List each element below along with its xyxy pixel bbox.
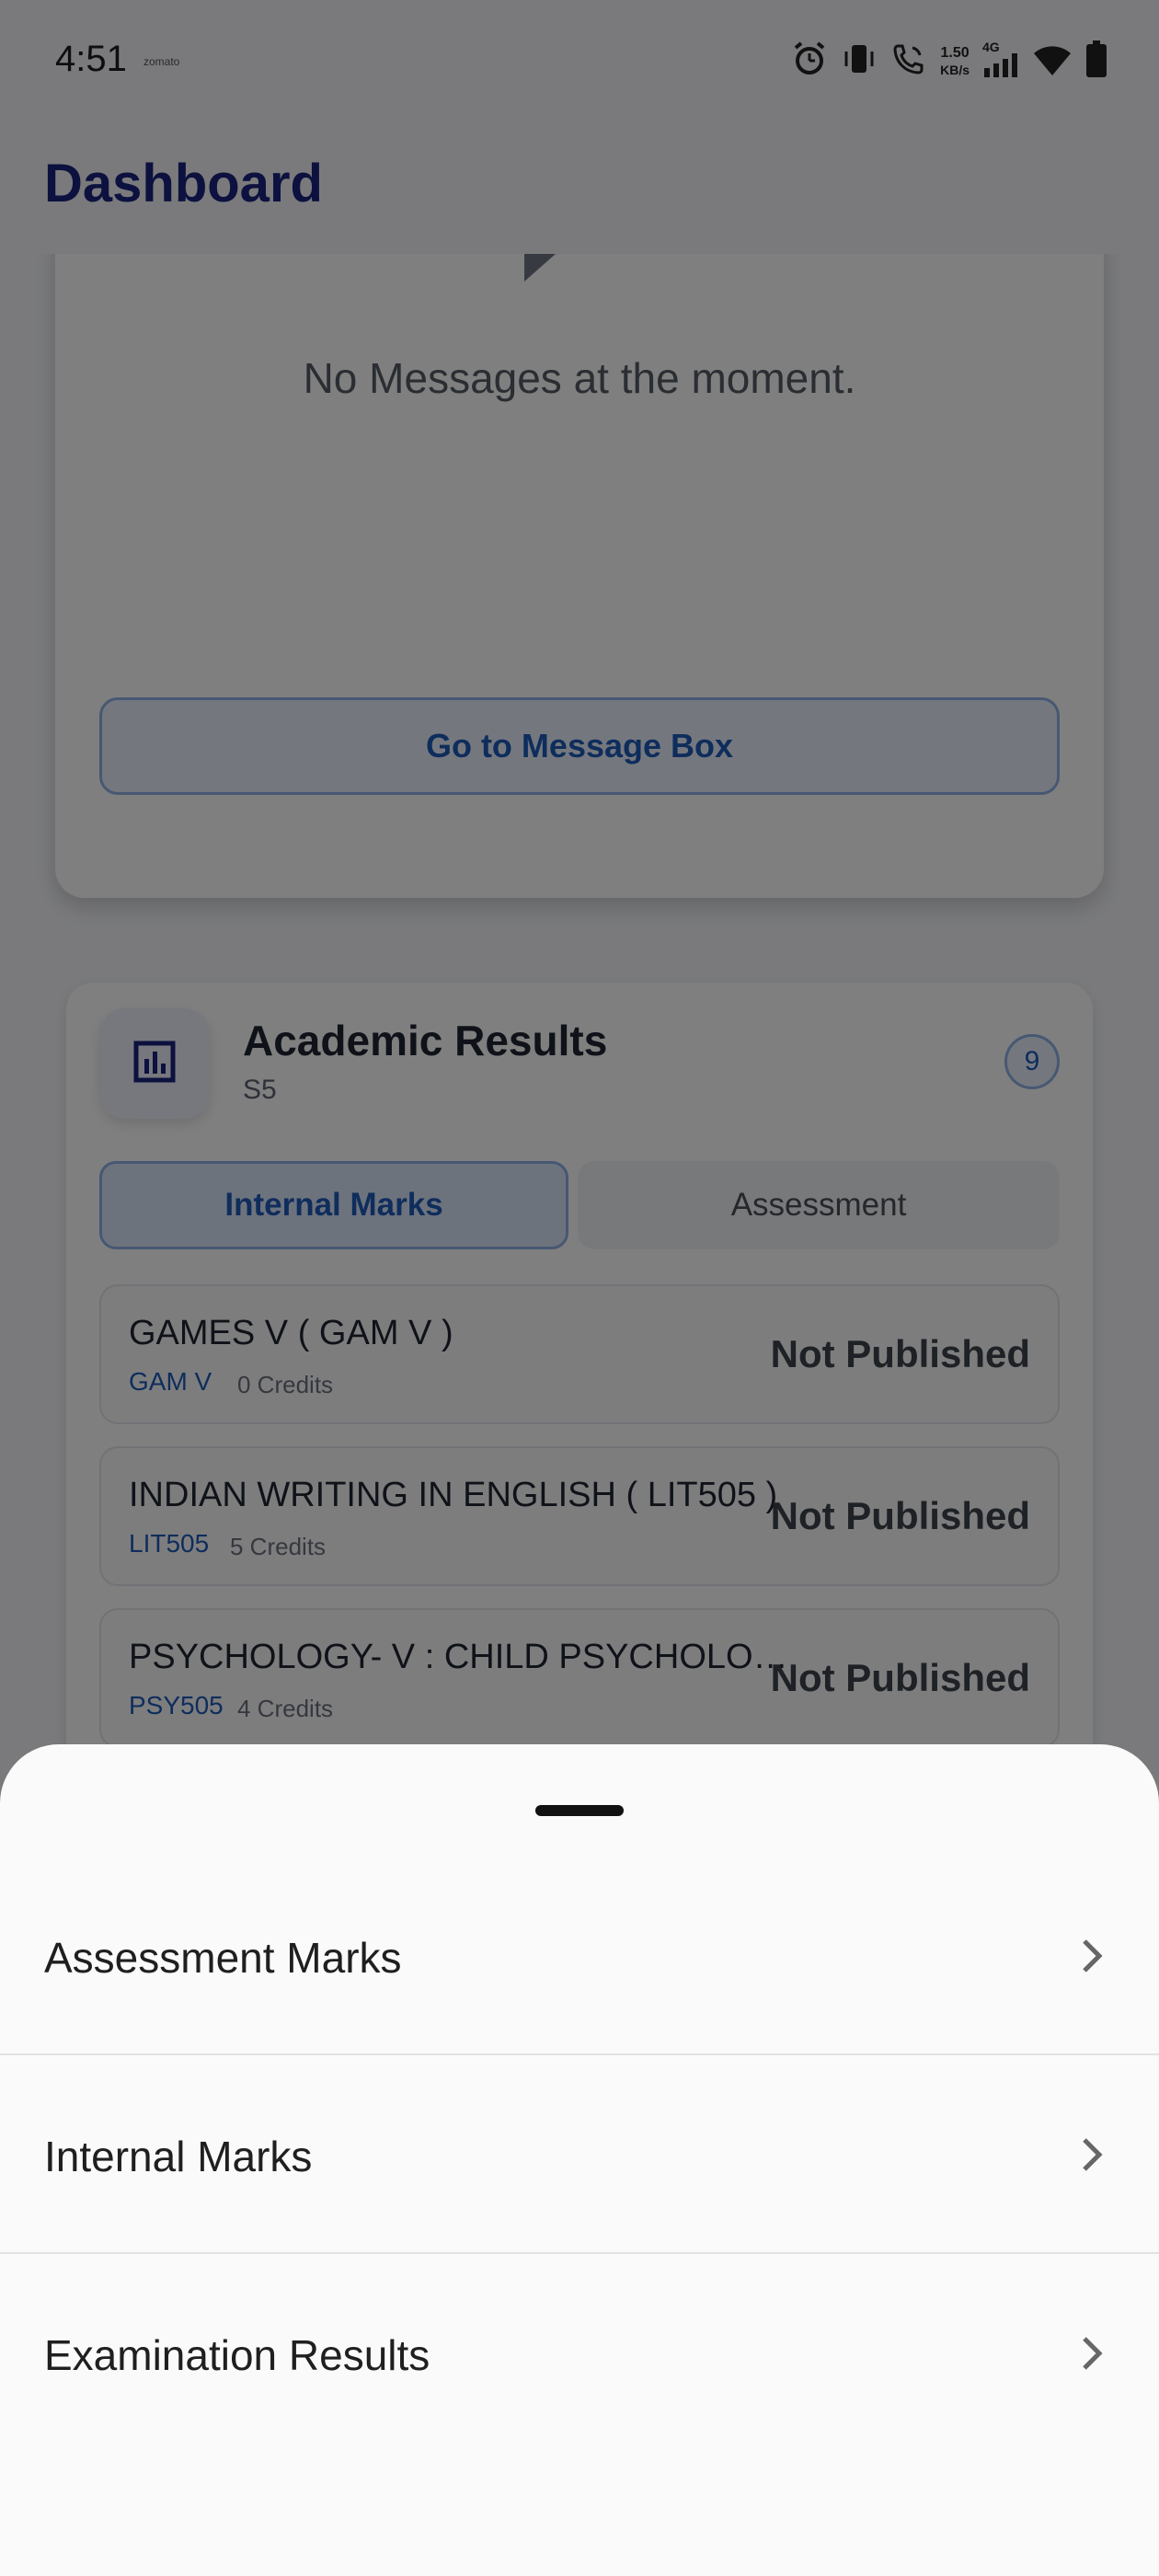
sheet-item-label: Internal Marks xyxy=(44,2133,313,2180)
chevron-right-icon xyxy=(1080,2136,1104,2178)
sheet-divider xyxy=(0,2053,1159,2055)
sheet-item-label: Examination Results xyxy=(44,2331,430,2379)
sheet-drag-handle[interactable] xyxy=(535,1805,624,1816)
chevron-right-icon xyxy=(1080,1938,1104,1979)
sheet-item-assessment-marks[interactable]: Assessment Marks xyxy=(0,1858,1159,2057)
sheet-divider xyxy=(0,2252,1159,2254)
chevron-right-icon xyxy=(1080,2335,1104,2376)
sheet-item-examination-results[interactable]: Examination Results xyxy=(0,2256,1159,2455)
sheet-item-label: Assessment Marks xyxy=(44,1934,402,1982)
sheet-item-internal-marks[interactable]: Internal Marks xyxy=(0,2057,1159,2256)
results-bottom-sheet: Assessment Marks Internal Marks Examinat… xyxy=(0,1744,1159,2576)
